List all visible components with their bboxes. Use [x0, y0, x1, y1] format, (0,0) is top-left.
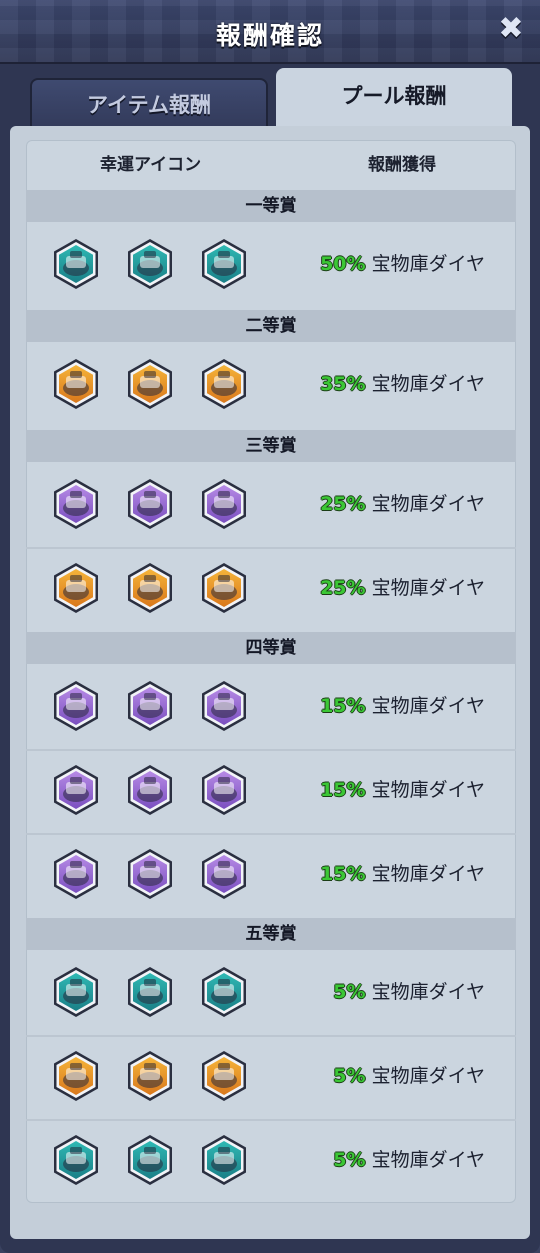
hovercraft-icon[interactable]: [124, 966, 176, 1018]
mech-icon[interactable]: [50, 848, 102, 900]
warship-icon[interactable]: [124, 680, 176, 732]
reward-value: 35% 宝物庫ダイヤ: [285, 364, 485, 404]
robot-icon[interactable]: [124, 562, 176, 614]
reward-label: 宝物庫ダイヤ: [371, 373, 485, 395]
reward-percent: 35%: [320, 373, 366, 395]
reward-value: 15% 宝物庫ダイヤ: [285, 686, 485, 726]
robot-icon[interactable]: [198, 562, 250, 614]
reward-value: 25% 宝物庫ダイヤ: [285, 484, 485, 524]
tab-pool-rewards[interactable]: プール報酬: [276, 68, 512, 128]
boat-icon[interactable]: [124, 358, 176, 410]
reward-percent: 25%: [320, 577, 366, 599]
jet-icon[interactable]: [124, 478, 176, 530]
plane-icon[interactable]: [198, 764, 250, 816]
warship-icon[interactable]: [198, 680, 250, 732]
section-header: 五等賞: [26, 918, 516, 950]
plane-icon[interactable]: [124, 764, 176, 816]
robot-icon[interactable]: [50, 562, 102, 614]
reward-label: 宝物庫ダイヤ: [371, 981, 485, 1003]
row-divider: [26, 1035, 516, 1037]
warship-icon[interactable]: [50, 680, 102, 732]
tank-icon[interactable]: [198, 238, 250, 290]
fighter-icon[interactable]: [198, 1050, 250, 1102]
tank-icon[interactable]: [124, 238, 176, 290]
reward-value: 5% 宝物庫ダイヤ: [285, 1056, 485, 1096]
reward-percent: 5%: [333, 981, 366, 1003]
reward-percent: 5%: [333, 1149, 366, 1171]
mech-icon[interactable]: [124, 848, 176, 900]
close-icon[interactable]: ✖: [496, 14, 526, 44]
section-header: 二等賞: [26, 310, 516, 342]
boat-icon[interactable]: [50, 358, 102, 410]
row-divider: [26, 749, 516, 751]
fighter-icon[interactable]: [50, 1050, 102, 1102]
reward-table: [26, 140, 516, 1203]
helicopter-icon[interactable]: [198, 1134, 250, 1186]
jet-icon[interactable]: [50, 478, 102, 530]
reward-label: 宝物庫ダイヤ: [371, 1149, 485, 1171]
reward-label: 宝物庫ダイヤ: [371, 779, 485, 801]
section-header: 一等賞: [26, 190, 516, 222]
reward-percent: 15%: [320, 779, 366, 801]
section-header: 四等賞: [26, 632, 516, 664]
reward-percent: 5%: [333, 1065, 366, 1087]
reward-label: 宝物庫ダイヤ: [371, 695, 485, 717]
tab-item-rewards[interactable]: アイテム報酬: [30, 78, 268, 130]
helicopter-icon[interactable]: [124, 1134, 176, 1186]
reward-value: 15% 宝物庫ダイヤ: [285, 770, 485, 810]
reward-label: 宝物庫ダイヤ: [371, 253, 485, 275]
reward-label: 宝物庫ダイヤ: [371, 493, 485, 515]
plane-icon[interactable]: [50, 764, 102, 816]
reward-value: 50% 宝物庫ダイヤ: [285, 244, 485, 284]
dialog-title: 報酬確認: [215, 21, 324, 50]
tank-icon[interactable]: [50, 238, 102, 290]
hovercraft-icon[interactable]: [50, 966, 102, 1018]
reward-label: 宝物庫ダイヤ: [371, 1065, 485, 1087]
jet-icon[interactable]: [198, 478, 250, 530]
reward-percent: 15%: [320, 695, 366, 717]
column-header-reward: 報酬獲得: [368, 155, 436, 175]
mech-icon[interactable]: [198, 848, 250, 900]
reward-label: 宝物庫ダイヤ: [371, 863, 485, 885]
hovercraft-icon[interactable]: [198, 966, 250, 1018]
reward-value: 15% 宝物庫ダイヤ: [285, 854, 485, 894]
helicopter-icon[interactable]: [50, 1134, 102, 1186]
reward-label: 宝物庫ダイヤ: [371, 577, 485, 599]
reward-percent: 15%: [320, 863, 366, 885]
section-header: 三等賞: [26, 430, 516, 462]
fighter-icon[interactable]: [124, 1050, 176, 1102]
row-divider: [26, 833, 516, 835]
row-divider: [26, 547, 516, 549]
reward-percent: 50%: [320, 253, 366, 275]
title-bar: 報酬確認 ✖: [0, 0, 540, 64]
reward-percent: 25%: [320, 493, 366, 515]
reward-value: 5% 宝物庫ダイヤ: [285, 1140, 485, 1180]
row-divider: [26, 1119, 516, 1121]
reward-value: 5% 宝物庫ダイヤ: [285, 972, 485, 1012]
reward-value: 25% 宝物庫ダイヤ: [285, 568, 485, 608]
boat-icon[interactable]: [198, 358, 250, 410]
column-header-icon: 幸運アイコン: [100, 155, 202, 175]
